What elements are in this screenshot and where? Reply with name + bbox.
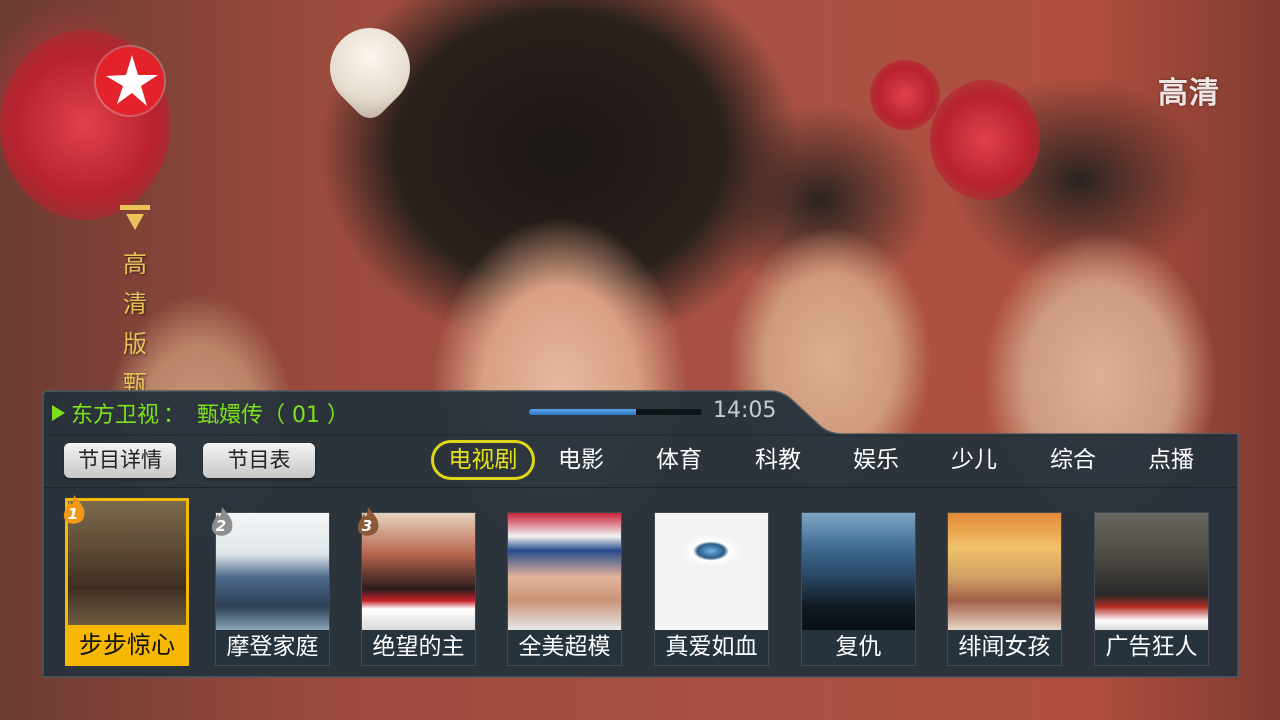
divider	[44, 487, 1237, 488]
show-tile[interactable]: 真爱如血	[654, 512, 769, 666]
show-title: 全美超模	[508, 630, 621, 665]
show-poster	[1095, 513, 1208, 630]
show-tile[interactable]: 摩登家庭 2	[211, 507, 330, 666]
now-playing-bar: 东方卫视 ： 甄嬛传（ 01 ）	[52, 392, 349, 434]
program-progress-bar	[529, 409, 702, 415]
show-tile[interactable]: 绯闻女孩	[947, 512, 1062, 666]
flame-rank-icon: 3	[354, 505, 382, 541]
tab-movies[interactable]: 电影	[537, 440, 625, 480]
show-title: 复仇	[802, 630, 915, 665]
tab-general[interactable]: 综合	[1029, 440, 1117, 480]
background-flower	[930, 80, 1040, 200]
show-tile[interactable]: 复仇	[801, 512, 916, 666]
channel-logo	[96, 47, 164, 115]
show-title: 广告狂人	[1095, 630, 1208, 665]
tab-science[interactable]: 科教	[734, 440, 822, 480]
show-tile[interactable]: 步步惊心 1	[63, 495, 189, 666]
show-poster	[508, 513, 621, 630]
tab-on-demand[interactable]: 点播	[1127, 440, 1215, 480]
watermark-char: 高	[123, 250, 147, 278]
show-title: 步步惊心	[68, 628, 186, 663]
show-tile[interactable]: 绝望的主 3	[357, 507, 476, 666]
tab-kids[interactable]: 少儿	[930, 440, 1018, 480]
watermark-char: 清	[123, 290, 147, 318]
show-tile[interactable]: 全美超模	[507, 512, 622, 666]
show-title: 真爱如血	[655, 630, 768, 665]
show-tile[interactable]: 广告狂人	[1094, 512, 1209, 666]
rank-number: 3	[361, 517, 373, 535]
show-poster	[948, 513, 1061, 630]
play-icon	[52, 405, 65, 421]
show-poster	[655, 513, 768, 630]
show-poster	[802, 513, 915, 630]
progress-fill	[529, 409, 637, 415]
flame-rank-icon: 1	[60, 493, 88, 529]
channel-guide-panel: 东方卫视 ： 甄嬛传（ 01 ） 14:05 节目详情 节目表 电视剧 电影 体…	[42, 390, 1239, 678]
tab-tv-series[interactable]: 电视剧	[431, 440, 535, 480]
rank-number: 1	[67, 505, 79, 523]
hd-badge: 高清	[1158, 76, 1220, 111]
program-details-button[interactable]: 节目详情	[64, 443, 176, 478]
background-flower	[870, 60, 940, 130]
flame-rank-icon: 2	[208, 505, 236, 541]
show-title: 摩登家庭	[216, 630, 329, 665]
schedule-button[interactable]: 节目表	[203, 443, 315, 478]
show-title: 绯闻女孩	[948, 630, 1061, 665]
tab-entertainment[interactable]: 娱乐	[832, 440, 920, 480]
show-title: 绝望的主	[362, 630, 475, 665]
rank-number: 2	[215, 517, 227, 535]
clock: 14:05	[713, 398, 777, 423]
separator: ：	[163, 403, 186, 428]
star-icon	[106, 55, 158, 106]
watermark-emblem	[120, 205, 150, 238]
program-title: 甄嬛传（ 01 ）	[197, 403, 350, 428]
channel-name: 东方卫视	[71, 403, 160, 428]
video-player: 高清 高 清 版 甄 嬛 东方卫视 ： 甄嬛传（ 01 ） 14:05 节目详情…	[0, 0, 1280, 720]
watermark-char: 版	[123, 330, 147, 358]
tab-sports[interactable]: 体育	[635, 440, 723, 480]
hair-ornament	[313, 11, 427, 125]
